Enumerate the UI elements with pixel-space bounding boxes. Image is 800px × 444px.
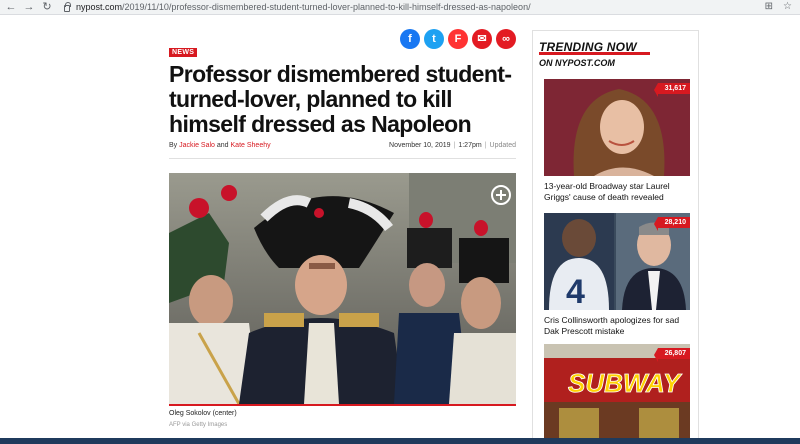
reload-button[interactable]: ↻ [40, 0, 54, 14]
photo-underline [169, 404, 516, 406]
url-path: /2019/11/10/professor-dismembered-studen… [122, 2, 531, 12]
share-count-badge: 31,617 [653, 83, 690, 97]
trending-underline [539, 52, 650, 55]
bookmark-star-icon[interactable]: ☆ [783, 1, 792, 12]
section-badge[interactable]: NEWS [169, 48, 198, 57]
updated-label: Updated [489, 142, 516, 149]
photo-credit: AFP via Getty Images [169, 422, 228, 428]
author-link[interactable]: Jackie Salo [179, 142, 215, 149]
svg-text:4: 4 [566, 273, 585, 310]
share-count-badge: 26,807 [653, 348, 690, 362]
dateline: November 10, 2019 | 1:27pm | Updated [389, 142, 516, 149]
forward-button[interactable]: → [22, 0, 36, 14]
back-button[interactable]: ← [4, 0, 18, 14]
copy-link-icon[interactable]: ∞ [496, 29, 516, 49]
browser-toolbar: ← → ↻ nypost.com/2019/11/10/professor-di… [0, 0, 800, 15]
subway-sign: SUBWAY [568, 368, 683, 398]
trending-subtitle: ON NYPOST.COM [539, 58, 615, 68]
twitter-share-icon[interactable]: t [424, 29, 444, 49]
trending-headline[interactable]: Cris Collinsworth apologizes for sad Dak… [544, 315, 694, 337]
browser-actions: ⊞ ☆ [765, 1, 792, 12]
headline: Professor dismembered student-turned-lov… [169, 61, 512, 137]
email-share-icon[interactable]: ✉ [472, 29, 492, 49]
byline-prefix: By [169, 142, 178, 149]
publish-date: November 10, 2019 [389, 142, 451, 149]
flipboard-share-icon[interactable]: F [448, 29, 468, 49]
address-bar[interactable]: nypost.com/2019/11/10/professor-dismembe… [76, 2, 531, 12]
publish-time: 1:27pm [458, 142, 482, 149]
facebook-share-icon[interactable]: f [400, 29, 420, 49]
lock-icon [64, 1, 71, 12]
byline: By Jackie Salo and Kate Sheehy [169, 142, 271, 149]
translate-icon[interactable]: ⊞ [765, 1, 773, 12]
lead-photo-image [169, 173, 516, 404]
author-link[interactable]: Kate Sheehy [231, 142, 271, 149]
byline-and: and [216, 142, 229, 149]
trending-headline[interactable]: 13-year-old Broadway star Laurel Griggs'… [544, 181, 694, 203]
trending-sidebar: TRENDING NOW ON NYPOST.COM 31,617 13-yea… [532, 30, 699, 444]
photo-caption: Oleg Sokolov (center) [169, 410, 237, 417]
share-bar: f t F ✉ ∞ [400, 29, 516, 49]
divider [169, 158, 516, 159]
os-taskbar [0, 438, 800, 444]
share-count-badge: 28,210 [653, 217, 690, 231]
lead-photo[interactable] [169, 173, 516, 404]
url-domain: nypost.com [76, 2, 123, 12]
